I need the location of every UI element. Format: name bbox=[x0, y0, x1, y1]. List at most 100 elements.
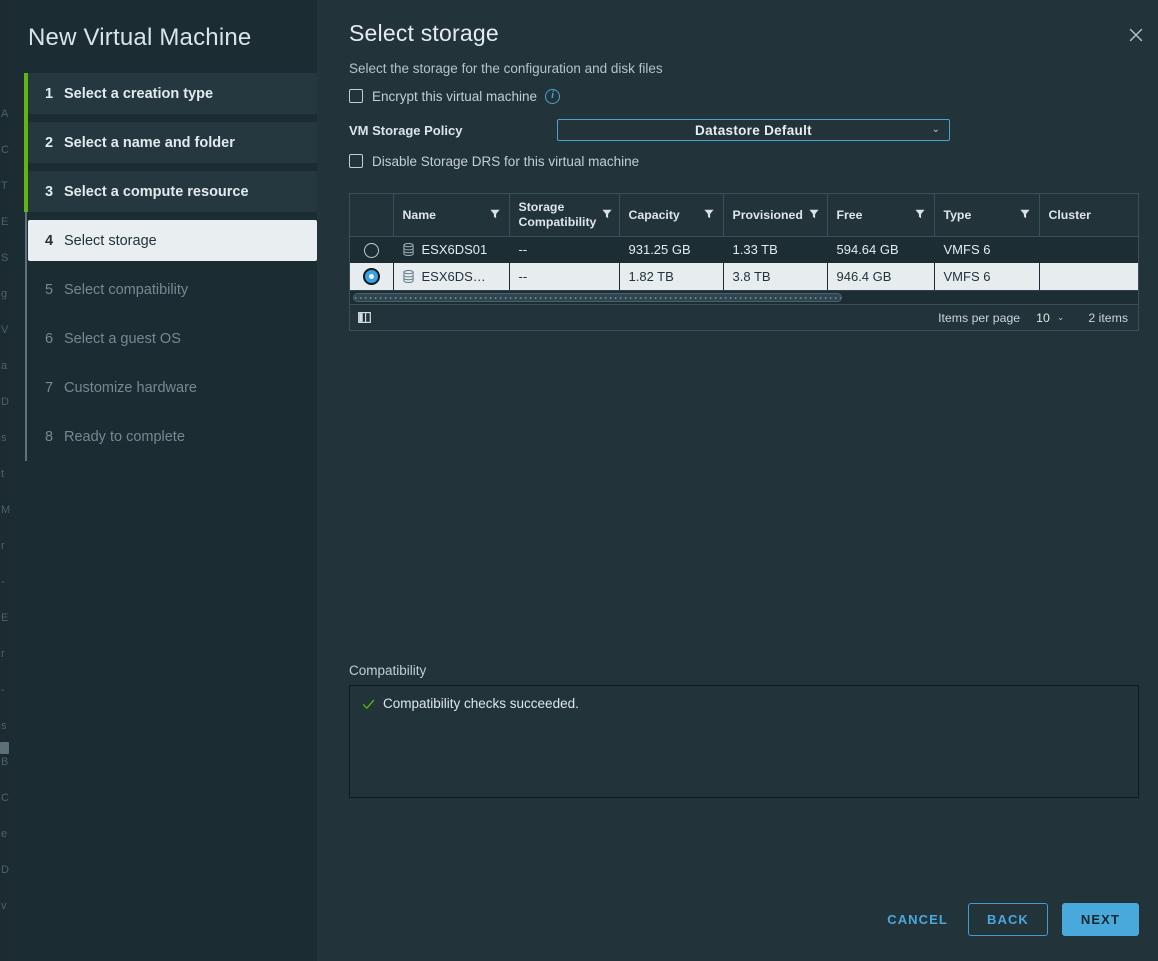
background-text-fragment: s bbox=[1, 432, 7, 444]
disable-storage-drs-checkbox[interactable] bbox=[349, 154, 363, 168]
table-header-label: Provisioned bbox=[733, 208, 803, 223]
sidebar-step-label: Select a guest OS bbox=[64, 331, 181, 347]
compatibility-message-row: Compatibility checks succeeded. bbox=[362, 696, 1126, 711]
wizard-actions: CANCEL BACK NEXT bbox=[881, 903, 1139, 936]
back-button[interactable]: BACK bbox=[968, 903, 1048, 936]
datastore-icon bbox=[403, 270, 414, 283]
pagination-controls: Items per page 10 ⌄ 2 items bbox=[938, 311, 1128, 325]
table-header-cluster: Cluster bbox=[1039, 194, 1138, 236]
background-text-fragment: g bbox=[1, 288, 7, 300]
background-text-fragment: v bbox=[1, 900, 7, 912]
sidebar-step-number: 7 bbox=[45, 380, 64, 396]
table-header-label: Name bbox=[403, 208, 437, 223]
sidebar-step-number: 5 bbox=[45, 282, 64, 298]
cell-capacity: 1.82 TB bbox=[619, 263, 723, 290]
sidebar-step-6[interactable]: 6Select a guest OS bbox=[28, 318, 317, 359]
table-header-label: Cluster bbox=[1049, 208, 1091, 223]
items-per-page-label: Items per page bbox=[938, 311, 1020, 325]
disable-storage-drs-row: Disable Storage DRS for this virtual mac… bbox=[349, 152, 1139, 170]
background-text-fragment: t bbox=[1, 468, 4, 480]
chevron-down-icon: ⌄ bbox=[1057, 312, 1065, 323]
background-text-fragment: C bbox=[1, 792, 9, 804]
datastore-table: Name Storage Compatibility Capacity Provisi… bbox=[349, 193, 1139, 331]
background-text-fragment: - bbox=[1, 684, 5, 696]
sidebar-step-number: 8 bbox=[45, 429, 64, 445]
radio-button-selected[interactable] bbox=[363, 268, 380, 285]
row-selection-cell[interactable] bbox=[350, 263, 393, 290]
sidebar-step-number: 6 bbox=[45, 331, 64, 347]
table-row[interactable]: ESX6DS01--931.25 GB1.33 TB594.64 GBVMFS … bbox=[350, 236, 1138, 263]
filter-icon[interactable] bbox=[602, 208, 612, 223]
cell-free: 946.4 GB bbox=[827, 263, 934, 290]
vm-storage-policy-label: VM Storage Policy bbox=[349, 123, 557, 138]
info-icon[interactable]: i bbox=[545, 89, 560, 104]
background-text-fragment: M bbox=[1, 504, 10, 516]
table-header-capacity: Capacity bbox=[619, 194, 723, 236]
table-header-label: Type bbox=[944, 208, 972, 223]
background-text-fragment: A bbox=[1, 108, 8, 120]
background-text-fragment: T bbox=[1, 180, 8, 192]
sidebar-step-label: Select a name and folder bbox=[64, 135, 235, 151]
background-text-fragment: r bbox=[1, 540, 5, 552]
horizontal-scrollbar[interactable] bbox=[350, 290, 1138, 304]
cell-name: ESX6DS01 bbox=[393, 236, 509, 263]
column-picker-icon[interactable] bbox=[358, 311, 371, 324]
vm-storage-policy-select[interactable]: Datastore Default ⌄ bbox=[557, 119, 950, 141]
sidebar-step-3[interactable]: 3Select a compute resource bbox=[28, 171, 317, 212]
filter-icon[interactable] bbox=[704, 208, 714, 223]
sidebar-step-7[interactable]: 7Customize hardware bbox=[28, 367, 317, 408]
sidebar-step-8[interactable]: 8Ready to complete bbox=[28, 416, 317, 457]
datastore-name: ESX6DS… bbox=[422, 269, 486, 284]
filter-icon[interactable] bbox=[490, 208, 500, 223]
vm-storage-policy-value: Datastore Default bbox=[695, 123, 812, 138]
datastore-name: ESX6DS01 bbox=[422, 242, 488, 257]
sidebar-step-5[interactable]: 5Select compatibility bbox=[28, 269, 317, 310]
horizontal-scrollbar-thumb[interactable] bbox=[353, 293, 842, 302]
new-virtual-machine-wizard: New Virtual Machine 1Select a creation t… bbox=[10, 0, 1158, 961]
compatibility-message: Compatibility checks succeeded. bbox=[383, 696, 579, 711]
check-icon bbox=[362, 698, 375, 711]
row-selection-cell[interactable] bbox=[350, 236, 393, 263]
close-icon[interactable] bbox=[1123, 22, 1149, 48]
filter-icon[interactable] bbox=[809, 208, 819, 223]
background-text-fragment: a bbox=[1, 360, 7, 372]
table-footer: Items per page 10 ⌄ 2 items bbox=[350, 304, 1138, 330]
sidebar-step-label: Ready to complete bbox=[64, 429, 185, 445]
sidebar-step-label: Customize hardware bbox=[64, 380, 197, 396]
progress-rail-remaining bbox=[25, 212, 27, 461]
cell-provisioned: 1.33 TB bbox=[723, 236, 827, 263]
sidebar-step-2[interactable]: 2Select a name and folder bbox=[28, 122, 317, 163]
background-text-fragment: S bbox=[1, 252, 8, 264]
wizard-sidebar: New Virtual Machine 1Select a creation t… bbox=[10, 0, 317, 961]
background-text-fragment: - bbox=[1, 576, 5, 588]
sidebar-step-number: 1 bbox=[45, 86, 64, 102]
wizard-title: New Virtual Machine bbox=[10, 0, 317, 52]
cancel-button[interactable]: CANCEL bbox=[881, 903, 954, 936]
sidebar-step-number: 3 bbox=[45, 184, 64, 200]
wizard-steps-list: 1Select a creation type 2Select a name an… bbox=[10, 73, 317, 457]
items-per-page-select[interactable]: 10 ⌄ bbox=[1036, 311, 1064, 325]
items-count: 2 items bbox=[1088, 311, 1128, 325]
progress-rail-completed bbox=[24, 73, 28, 212]
background-text-fragment: r bbox=[1, 648, 5, 660]
radio-button[interactable] bbox=[364, 243, 379, 258]
encrypt-vm-checkbox[interactable] bbox=[349, 89, 363, 103]
sidebar-step-label: Select storage bbox=[64, 233, 157, 249]
items-per-page-value: 10 bbox=[1036, 311, 1050, 325]
background-text-fragment: B bbox=[1, 756, 8, 768]
background-chip bbox=[0, 742, 9, 754]
wizard-main-panel: Select storage Select the storage for th… bbox=[317, 0, 1158, 961]
next-button[interactable]: NEXT bbox=[1062, 903, 1139, 936]
filter-icon[interactable] bbox=[1020, 208, 1030, 223]
table-header-free: Free bbox=[827, 194, 934, 236]
cell-capacity: 931.25 GB bbox=[619, 236, 723, 263]
table-header-name: Name bbox=[393, 194, 509, 236]
table-header-label: Storage Compatibility bbox=[519, 200, 597, 229]
sidebar-step-4[interactable]: 4Select storage bbox=[28, 220, 317, 261]
sidebar-step-1[interactable]: 1Select a creation type bbox=[28, 73, 317, 114]
table-row[interactable]: ESX6DS…--1.82 TB3.8 TB946.4 GBVMFS 6 bbox=[350, 263, 1138, 290]
sidebar-step-number: 4 bbox=[45, 233, 64, 249]
background-text-fragment: e bbox=[1, 828, 7, 840]
encrypt-vm-label: Encrypt this virtual machine bbox=[372, 89, 537, 104]
filter-icon[interactable] bbox=[915, 208, 925, 223]
